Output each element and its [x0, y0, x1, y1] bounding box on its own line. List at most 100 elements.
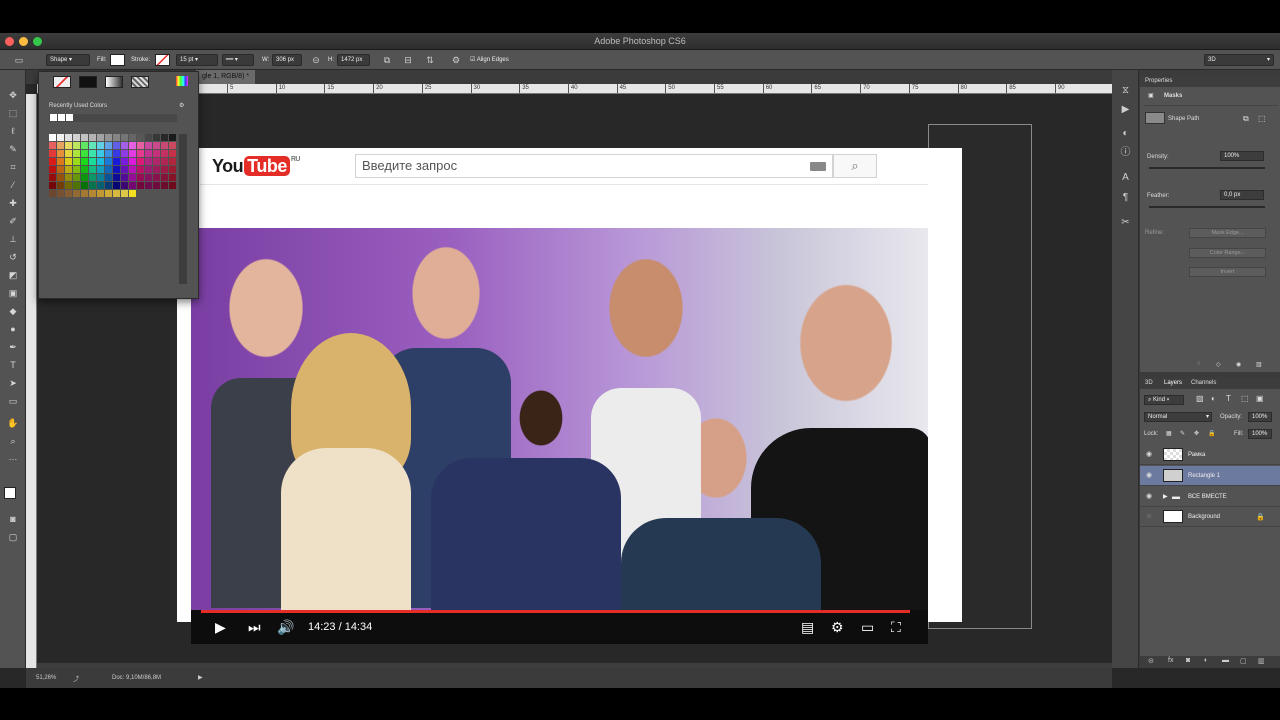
filter-smart-object-icon[interactable]: ▣	[1256, 394, 1264, 403]
feather-slider[interactable]	[1149, 206, 1265, 208]
color-swatch[interactable]	[49, 134, 56, 141]
pen-tool-icon[interactable]: ✒	[6, 340, 20, 354]
filter-pixel-icon[interactable]: ▨	[1196, 394, 1204, 403]
status-menu-arrow-icon[interactable]: ▶	[198, 674, 203, 681]
properties-tab[interactable]: Properties	[1145, 76, 1172, 87]
color-swatch[interactable]	[105, 190, 112, 197]
path-alignment-icon[interactable]: ⊟	[403, 55, 413, 65]
lock-all-icon[interactable]: 🔒	[1208, 430, 1215, 437]
color-swatch[interactable]	[121, 190, 128, 197]
color-swatch[interactable]	[65, 182, 72, 189]
color-swatch[interactable]	[113, 190, 120, 197]
eye-icon[interactable]: ◉	[1146, 493, 1154, 501]
color-swatch[interactable]	[161, 182, 168, 189]
color-swatch[interactable]	[121, 134, 128, 141]
expand-group-icon[interactable]: ▶	[1163, 493, 1168, 500]
color-swatch[interactable]	[113, 134, 120, 141]
settings-icon[interactable]: ⚙	[831, 619, 844, 635]
lock-transparency-icon[interactable]: ▦	[1166, 430, 1172, 437]
color-swatch[interactable]	[49, 190, 56, 197]
color-swatch[interactable]	[89, 142, 96, 149]
color-swatch[interactable]	[73, 190, 80, 197]
align-edges-checkbox[interactable]: ☑ Align Edges	[470, 50, 509, 70]
color-swatch[interactable]	[57, 166, 64, 173]
quick-mask-icon[interactable]: ◙	[6, 512, 20, 526]
history-icon[interactable]: ⧖	[1119, 84, 1132, 97]
color-swatch[interactable]	[89, 190, 96, 197]
invert-button[interactable]: Invert	[1189, 267, 1266, 277]
color-swatch[interactable]	[105, 174, 112, 181]
layer-row[interactable]: ◉ Rectangle 1	[1140, 466, 1280, 486]
eraser-tool-icon[interactable]: ◩	[6, 268, 20, 282]
pattern-button[interactable]	[131, 76, 149, 88]
color-swatch[interactable]	[73, 166, 80, 173]
color-swatch[interactable]	[57, 150, 64, 157]
color-swatch[interactable]	[49, 158, 56, 165]
screen-mode-icon[interactable]: ▢	[6, 530, 20, 544]
color-swatch[interactable]	[169, 190, 176, 197]
color-swatch[interactable]	[81, 174, 88, 181]
rectangle-tool-icon[interactable]: ▭	[6, 394, 20, 408]
color-swatch[interactable]	[97, 182, 104, 189]
play-icon[interactable]: ▶	[215, 619, 226, 635]
new-layer-icon[interactable]: ▢	[1240, 657, 1247, 665]
color-swatch[interactable]	[105, 150, 112, 157]
color-swatch[interactable]	[121, 142, 128, 149]
color-swatch[interactable]	[57, 174, 64, 181]
brush-tool-icon[interactable]: ✐	[6, 214, 20, 228]
color-swatch[interactable]	[121, 150, 128, 157]
color-swatch[interactable]	[129, 190, 136, 197]
gradient-button[interactable]	[105, 76, 123, 88]
keyboard-icon[interactable]	[810, 162, 826, 171]
color-swatch[interactable]	[97, 142, 104, 149]
color-swatch[interactable]	[161, 134, 168, 141]
color-swatch[interactable]	[129, 174, 136, 181]
info-icon[interactable]: ⓘ	[1119, 146, 1132, 159]
color-swatch[interactable]	[137, 174, 144, 181]
color-swatch[interactable]	[97, 150, 104, 157]
document-tab[interactable]: gle 1, RGB/8) *	[196, 70, 256, 84]
stroke-type-select[interactable]: ━━ ▾	[222, 54, 254, 66]
color-swatch[interactable]	[137, 134, 144, 141]
color-swatch[interactable]	[81, 142, 88, 149]
color-swatch[interactable]	[129, 158, 136, 165]
move-tool-icon[interactable]: ✥	[6, 88, 20, 102]
color-swatch[interactable]	[57, 134, 64, 141]
type-tool-icon[interactable]: T	[6, 358, 20, 372]
color-swatch[interactable]	[145, 166, 152, 173]
stroke-swatch[interactable]	[155, 54, 170, 66]
color-swatch[interactable]	[113, 174, 120, 181]
color-swatch[interactable]	[145, 182, 152, 189]
color-swatch[interactable]	[113, 166, 120, 173]
color-swatch[interactable]	[145, 174, 152, 181]
color-swatch[interactable]	[113, 142, 120, 149]
color-swatch[interactable]	[121, 166, 128, 173]
color-swatch[interactable]	[169, 174, 176, 181]
color-swatch[interactable]	[153, 158, 160, 165]
layer-style-icon[interactable]: fx	[1168, 657, 1173, 664]
blend-mode-select[interactable]: Normal ▾	[1144, 412, 1212, 422]
foreground-color-swatch[interactable]	[4, 487, 16, 499]
color-swatch[interactable]	[65, 190, 72, 197]
zoom-level[interactable]: 51,26%	[36, 675, 56, 681]
color-swatch[interactable]	[57, 182, 64, 189]
color-swatch[interactable]	[81, 134, 88, 141]
color-swatch[interactable]	[161, 174, 168, 181]
color-swatch[interactable]	[153, 190, 160, 197]
path-selection-tool-icon[interactable]: ➤	[6, 376, 20, 390]
color-swatch[interactable]	[65, 134, 72, 141]
gear-icon[interactable]: ⚙	[451, 55, 461, 65]
path-arrangement-icon[interactable]: ⇅	[425, 55, 435, 65]
healing-brush-tool-icon[interactable]: ✚	[6, 196, 20, 210]
color-swatch[interactable]	[129, 134, 136, 141]
marquee-tool-icon[interactable]: ⬚	[6, 106, 20, 120]
zoom-tool-icon[interactable]: ⌕	[6, 434, 20, 448]
color-swatch[interactable]	[73, 174, 80, 181]
color-swatch[interactable]	[81, 166, 88, 173]
filter-adjustment-icon[interactable]: ◐	[1211, 394, 1216, 403]
color-swatch[interactable]	[97, 174, 104, 181]
feather-field[interactable]: 0,0 px	[1220, 190, 1264, 200]
color-swatch[interactable]	[73, 134, 80, 141]
paragraph-icon[interactable]: ¶	[1119, 191, 1132, 204]
export-icon[interactable]: ⤴	[73, 674, 79, 683]
